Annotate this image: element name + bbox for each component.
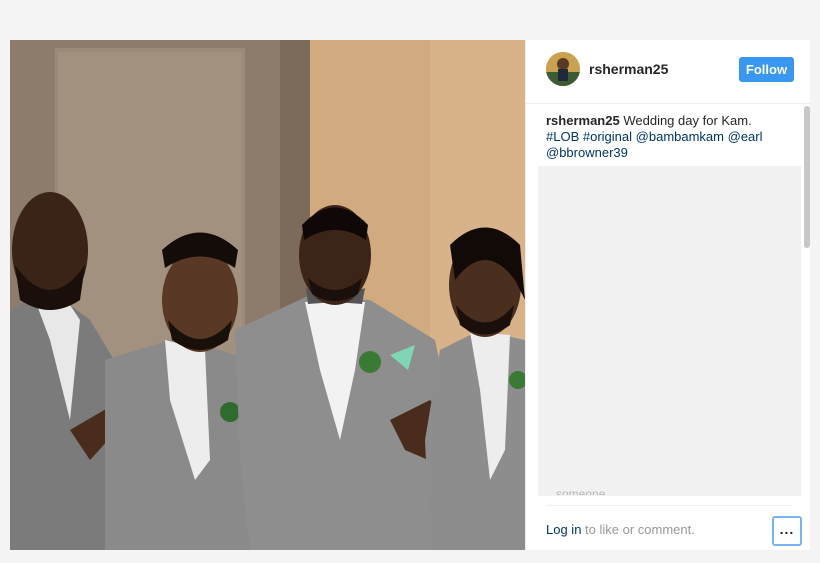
- instagram-post: rsherman25 Follow rsherman25 Wedding day…: [10, 40, 811, 550]
- follow-button[interactable]: Follow: [739, 57, 794, 82]
- scroll-thumb[interactable]: [804, 106, 810, 248]
- post-caption: rsherman25 Wedding day for Kam. #LOB #or…: [546, 113, 786, 161]
- more-options-icon: ...: [779, 521, 795, 537]
- hashtag-link[interactable]: #original: [583, 129, 632, 144]
- comments-scrollbar[interactable]: [803, 104, 811, 484]
- mention-link[interactable]: @bbrowner39: [546, 145, 628, 160]
- login-prompt: Log in to like or comment.: [546, 522, 695, 537]
- caption-text: Wedding day for Kam.: [623, 113, 752, 128]
- mention-link[interactable]: @earl: [728, 129, 763, 144]
- more-options-button[interactable]: ...: [772, 516, 802, 546]
- caption-username[interactable]: rsherman25: [546, 113, 620, 128]
- avatar[interactable]: [546, 52, 580, 86]
- comments-area: [538, 166, 801, 496]
- login-suffix: to like or comment.: [585, 522, 695, 537]
- hashtag-link[interactable]: #LOB: [546, 129, 579, 144]
- photo-illustration: [10, 40, 525, 550]
- avatar-image: [546, 52, 580, 86]
- post-header: rsherman25 Follow: [526, 40, 811, 104]
- footer-divider: [546, 505, 791, 506]
- post-photo[interactable]: [10, 40, 525, 550]
- login-link[interactable]: Log in: [546, 522, 581, 537]
- header-username[interactable]: rsherman25: [589, 61, 668, 77]
- post-sidebar: rsherman25 Follow rsherman25 Wedding day…: [525, 40, 811, 550]
- mention-link[interactable]: @bambamkam: [636, 129, 724, 144]
- partial-comment-text: someone: [556, 487, 606, 495]
